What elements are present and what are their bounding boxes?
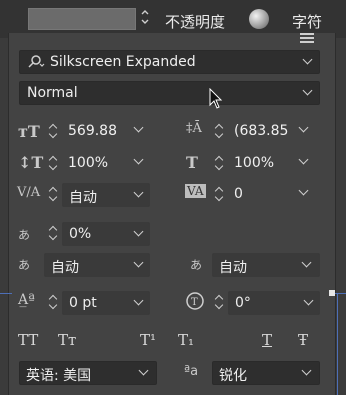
tsume-field[interactable]: 0% (62, 222, 150, 246)
panel-menu-icon[interactable] (300, 33, 316, 45)
swatch-dropdown-icon[interactable] (140, 9, 150, 25)
underline-button[interactable]: T (262, 331, 272, 349)
rotation-value: 0° (235, 295, 251, 311)
strikethrough-button[interactable]: Ŧ (298, 331, 308, 349)
chevron-down-icon (302, 85, 313, 96)
aki-right-dropdown[interactable]: 自动 (212, 253, 320, 277)
aki-right-value: 自动 (219, 260, 247, 276)
vertical-scale-icon: ↕T (18, 153, 44, 172)
aki-left-icon: あ (18, 258, 31, 272)
svg-text:T: T (191, 297, 198, 308)
kerning-value: 自动 (69, 190, 97, 206)
superscript-button[interactable]: T¹ (140, 331, 156, 349)
aki-left-value: 自动 (51, 260, 79, 276)
chevron-down-icon (133, 257, 144, 268)
font-style-dropdown[interactable]: Normal (19, 81, 320, 105)
chevron-down-icon (301, 257, 312, 268)
chevron-down-icon (138, 365, 149, 376)
tsume-value: 0% (69, 226, 92, 242)
chevron-down-icon (133, 187, 144, 198)
vertical-scale-stepper[interactable] (48, 154, 58, 172)
guide-line (0, 293, 12, 294)
rotation-field[interactable]: 0° (228, 291, 320, 315)
horizontal-scale-icon: T (186, 153, 198, 172)
antialias-icon: ªa (184, 364, 199, 379)
horizontal-scale-stepper[interactable] (214, 154, 224, 172)
baseline-shift-value: 0 pt (69, 295, 97, 311)
tsume-stepper[interactable] (48, 224, 58, 242)
language-dropdown[interactable]: 英语: 美国 (19, 361, 157, 385)
font-style-value: Normal (27, 85, 78, 101)
chevron-down-icon (302, 54, 313, 65)
kerning-stepper[interactable] (48, 185, 58, 203)
horizontal-scale-field[interactable]: 100% (234, 155, 274, 171)
baseline-shift-field[interactable]: 0 pt (62, 291, 150, 315)
kerning-dropdown[interactable]: 自动 (62, 183, 150, 207)
small-caps-button[interactable]: Tт (58, 331, 76, 349)
rotation-icon: T (186, 292, 204, 310)
antialias-value: 锐化 (219, 368, 247, 384)
opacity-label: 不透明度 (165, 13, 226, 31)
font-search-icon (28, 55, 45, 68)
character-panel-label: 字符 (292, 13, 323, 31)
baseline-stepper[interactable] (48, 293, 58, 311)
tracking-stepper[interactable] (214, 185, 224, 203)
guide-line (337, 293, 338, 395)
rotation-stepper[interactable] (214, 293, 224, 311)
font-family-value: Silkscreen Expanded (50, 54, 196, 70)
all-caps-button[interactable]: TT (18, 331, 38, 349)
tracking-icon: VA (185, 184, 206, 198)
size-stepper[interactable] (48, 122, 58, 140)
chevron-down-icon (301, 365, 312, 376)
subscript-button[interactable]: T₁ (178, 331, 194, 349)
chevron-down-icon (133, 226, 144, 237)
font-size-field[interactable]: 569.88 (68, 123, 117, 139)
mouse-cursor-icon (209, 88, 223, 109)
aki-right-icon: あ (190, 258, 203, 272)
tracking-field[interactable]: 0 (234, 186, 243, 202)
aki-left-dropdown[interactable]: 自动 (44, 253, 150, 277)
leading-stepper[interactable] (214, 122, 224, 140)
language-value: 英语: 美国 (26, 368, 92, 384)
chevron-down-icon (133, 295, 144, 306)
baseline-shift-icon: A̲ª (18, 292, 35, 308)
color-swatch[interactable] (28, 8, 136, 30)
antialias-dropdown[interactable]: 锐化 (212, 361, 320, 385)
leading-field[interactable]: (683.85 (234, 123, 288, 139)
sphere-icon[interactable] (249, 9, 269, 29)
chevron-down-icon (303, 295, 314, 306)
kerning-icon: V/A (17, 185, 41, 200)
tsume-icon: あ (18, 228, 31, 242)
font-size-icon: тT (18, 122, 40, 141)
selection-handle[interactable] (329, 290, 335, 296)
leading-icon: ‡Ā (186, 121, 202, 136)
font-family-dropdown[interactable]: Silkscreen Expanded (19, 50, 320, 74)
vertical-scale-field[interactable]: 100% (68, 155, 108, 171)
